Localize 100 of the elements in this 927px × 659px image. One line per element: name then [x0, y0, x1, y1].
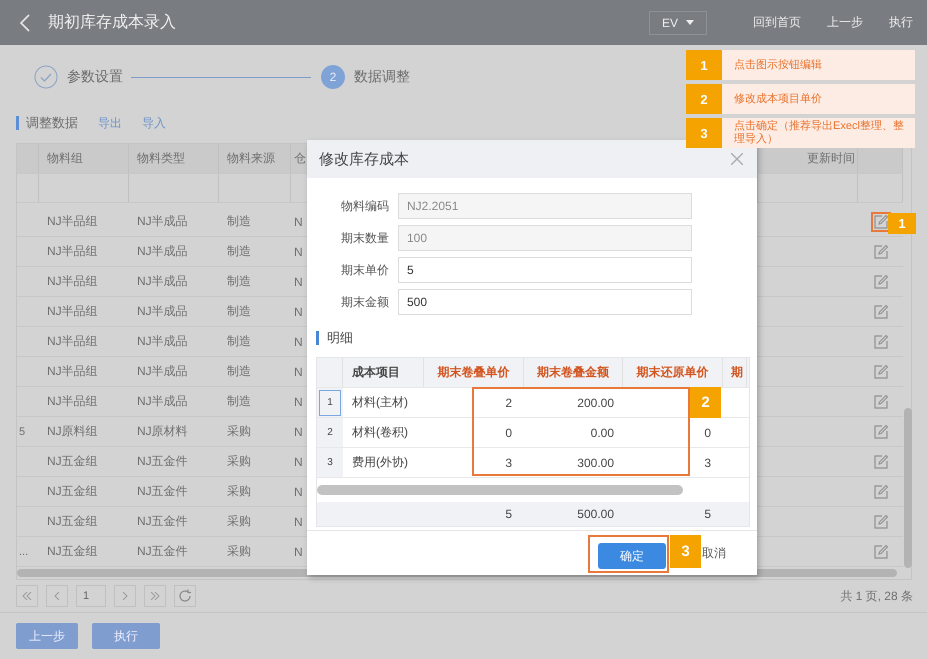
header-link[interactable]: 上一步	[827, 14, 863, 31]
callout-text: 点击图示按钮编辑	[722, 50, 915, 80]
table-cell: 200.00	[577, 396, 614, 410]
table-cell: NJ半成品	[137, 243, 188, 260]
table-cell: N	[294, 274, 303, 289]
table-cell: N	[294, 214, 303, 229]
section-title: 调整数据	[16, 116, 78, 130]
callout-number: 3	[686, 118, 722, 148]
table-cell: 采购	[227, 453, 251, 470]
page-input[interactable]: 1	[76, 585, 106, 607]
table-cell: 0	[704, 426, 711, 440]
close-icon[interactable]	[731, 153, 743, 165]
next-page-button[interactable]	[114, 585, 136, 607]
edit-icon[interactable]	[872, 514, 888, 530]
row-number[interactable]: 1	[319, 390, 341, 416]
header-link[interactable]: 执行	[889, 14, 913, 31]
footer-button[interactable]: 执行	[92, 623, 160, 649]
table-cell: 材料(主材)	[352, 394, 408, 411]
table-cell: 费用(外协)	[352, 454, 408, 471]
table-cell: N	[294, 544, 303, 559]
first-page-button[interactable]	[16, 585, 38, 607]
edit-icon[interactable]	[872, 214, 888, 230]
caret-icon	[686, 20, 694, 25]
edit-icon[interactable]	[872, 484, 888, 500]
table-cell: NJ半品组	[47, 333, 98, 350]
table-cell: NJ五金件	[137, 483, 188, 500]
callout-badge: 2	[690, 387, 721, 418]
refresh-icon	[178, 589, 192, 603]
edit-icon[interactable]	[872, 274, 888, 290]
edit-icon[interactable]	[872, 364, 888, 380]
total-cell: 5	[704, 507, 711, 521]
edit-icon[interactable]	[872, 394, 888, 410]
table-cell: NJ原料组	[47, 423, 98, 440]
table-cell: NJ五金组	[47, 513, 98, 530]
table-cell: N	[294, 514, 303, 529]
column-header: 期末卷叠单价	[438, 364, 510, 381]
edit-icon[interactable]	[872, 424, 888, 440]
table-cell: NJ五金件	[137, 513, 188, 530]
total-cell: 500.00	[577, 507, 614, 521]
column-header: 期	[731, 364, 743, 381]
table-cell: 3	[704, 456, 711, 470]
table-cell: NJ半品组	[47, 213, 98, 230]
edit-icon[interactable]	[872, 304, 888, 320]
back-icon[interactable]	[20, 14, 30, 32]
table-cell: 采购	[227, 423, 251, 440]
table-cell: NJ半成品	[137, 333, 188, 350]
scrollbar[interactable]	[904, 408, 912, 568]
table-cell: NJ半品组	[47, 243, 98, 260]
table-cell: 2	[505, 396, 512, 410]
table-cell: 制造	[227, 273, 251, 290]
table-cell: N	[294, 244, 303, 259]
toolbar-link[interactable]: 导入	[142, 114, 166, 132]
cancel-button[interactable]: 取消	[702, 544, 726, 562]
table-cell: 0.00	[590, 426, 614, 440]
table-cell: N	[294, 304, 303, 319]
step-number: 2	[321, 65, 345, 89]
edit-icon[interactable]	[872, 244, 888, 260]
table-cell: NJ半成品	[137, 363, 188, 380]
table-cell: 0	[505, 426, 512, 440]
table-cell: N	[294, 424, 303, 439]
table-cell: NJ五金组	[47, 453, 98, 470]
toolbar-link[interactable]: 导出	[98, 114, 122, 132]
table-cell: 制造	[227, 363, 251, 380]
table-cell: 采购	[227, 543, 251, 560]
last-page-button[interactable]	[144, 585, 166, 607]
scrollbar[interactable]	[317, 485, 683, 495]
step-label: 数据调整	[354, 68, 410, 86]
table-cell: 制造	[227, 213, 251, 230]
chevron-left-icon	[54, 592, 60, 600]
table-cell: 制造	[227, 243, 251, 260]
table-cell: NJ半成品	[137, 393, 188, 410]
confirm-button[interactable]: 确定	[598, 543, 666, 569]
callout-number: 1	[686, 50, 722, 80]
table-cell: NJ五金件	[137, 453, 188, 470]
previous-page-button[interactable]	[46, 585, 68, 607]
table-cell: 制造	[227, 303, 251, 320]
refresh-button[interactable]	[174, 585, 196, 607]
input-field[interactable]: 5	[398, 257, 692, 283]
step-label: 参数设置	[67, 68, 123, 86]
edit-icon[interactable]	[872, 544, 888, 560]
callout-text: 修改成本项目单价	[722, 84, 915, 114]
column-header: 物料类型	[129, 144, 219, 173]
table-cell: NJ五金组	[47, 483, 98, 500]
total-cell: 5	[505, 507, 512, 521]
footer-button[interactable]: 上一步	[16, 623, 78, 649]
section-title: 明细	[316, 331, 353, 345]
language-dropdown[interactable]: EV	[648, 10, 707, 34]
column-header: 物料来源	[219, 144, 291, 173]
edit-icon[interactable]	[872, 454, 888, 470]
edit-icon[interactable]	[872, 334, 888, 350]
row-number[interactable]: 3	[319, 450, 341, 476]
table-cell: NJ半成品	[137, 273, 188, 290]
table-cell: N	[294, 454, 303, 469]
callout-text: 点击确定（推荐导出Execl整理、整理导入）	[722, 118, 915, 148]
column-header: 成本项目	[352, 364, 400, 381]
input-field[interactable]: 500	[398, 289, 692, 315]
header-link[interactable]: 回到首页	[753, 14, 801, 31]
table-cell: NJ五金组	[47, 543, 98, 560]
row-number[interactable]: 2	[319, 420, 341, 446]
table-cell: NJ半成品	[137, 303, 188, 320]
